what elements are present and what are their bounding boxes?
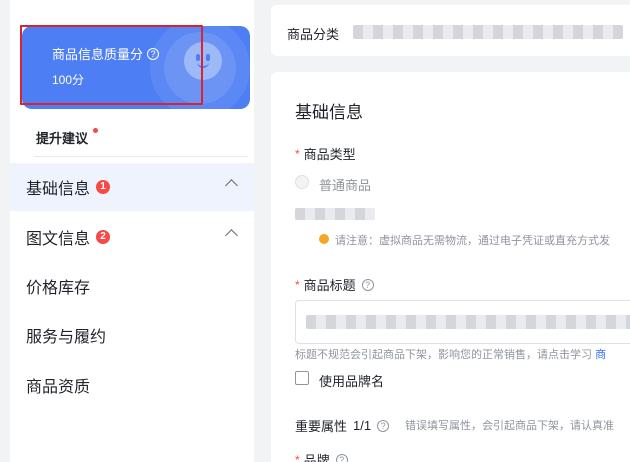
field-label-text: 商品类型 bbox=[303, 147, 356, 162]
product-title-label: * 商品标题 ? bbox=[295, 275, 374, 294]
sidebar-item-label: 基础信息 bbox=[26, 181, 91, 198]
sidebar-item-label: 服务与履约 bbox=[26, 329, 107, 346]
sidebar-item-service-fulfillment[interactable]: 服务与履约 bbox=[10, 311, 254, 359]
improve-suggestion-link[interactable]: 提升建议 bbox=[36, 128, 88, 147]
sidebar-item-label: 价格库存 bbox=[26, 280, 91, 297]
title-help-text: 标题不规范会引起商品下架，影响您的正常销售，请点击学习 商 bbox=[295, 346, 606, 362]
divider bbox=[34, 156, 248, 157]
category-value-redacted[interactable] bbox=[353, 25, 623, 39]
warning-icon bbox=[319, 234, 329, 244]
sidebar-item-product-qualification[interactable]: 商品资质 bbox=[10, 361, 254, 409]
help-icon[interactable]: ? bbox=[361, 278, 374, 291]
help-icon[interactable]: ? bbox=[335, 453, 348, 462]
help-icon[interactable]: ? bbox=[377, 419, 390, 432]
product-type-tip: 请注意：虚拟商品无需物流，通过电子凭证或直充方式发 bbox=[335, 235, 610, 247]
sidebar-item-basic-info[interactable]: 基础信息 1 bbox=[10, 163, 254, 211]
brand-label: * 品牌 ? bbox=[295, 450, 348, 462]
required-mark: * bbox=[295, 452, 300, 462]
chevron-up-icon[interactable] bbox=[225, 229, 238, 242]
radio-normal-product[interactable] bbox=[295, 175, 309, 189]
use-brand-checkbox[interactable] bbox=[295, 371, 309, 385]
category-label: 商品分类 bbox=[287, 27, 340, 42]
field-label-text: 品牌 bbox=[303, 453, 330, 462]
important-attributes-title: 重要属性 1/1 ? bbox=[295, 416, 390, 435]
radio-virtual-product-redacted[interactable] bbox=[295, 208, 375, 220]
sidebar-item-image-text-info[interactable]: 图文信息 2 bbox=[10, 213, 254, 261]
checkbox-label: 使用品牌名 bbox=[319, 374, 385, 389]
required-mark: * bbox=[295, 146, 300, 161]
sidebar-item-label: 商品资质 bbox=[26, 379, 91, 396]
title-value-redacted bbox=[306, 315, 630, 329]
radio-label: 普通商品 bbox=[319, 178, 372, 193]
help-text: 标题不规范会引起商品下架，影响您的正常销售，请点击学习 bbox=[295, 349, 592, 361]
attr-title-text: 重要属性 bbox=[295, 419, 348, 434]
highlight-box bbox=[20, 25, 203, 105]
attr-count: 1/1 bbox=[353, 418, 372, 433]
chevron-up-icon[interactable] bbox=[225, 179, 238, 192]
basic-info-form: 基础信息 * 商品类型 普通商品 请注意：虚拟商品无需物流，通过电子凭证或直充方… bbox=[271, 72, 630, 462]
sidebar-item-price-stock[interactable]: 价格库存 bbox=[10, 262, 254, 310]
required-mark: * bbox=[295, 277, 300, 292]
category-bar: 商品分类 bbox=[271, 5, 630, 56]
learn-link[interactable]: 商 bbox=[595, 349, 606, 361]
product-title-input[interactable] bbox=[295, 300, 630, 344]
sidebar-item-label: 图文信息 bbox=[26, 231, 91, 248]
attributes-tip: 错误填写属性，会引起商品下架，请认真准 bbox=[405, 420, 614, 432]
product-type-label: * 商品类型 bbox=[295, 144, 356, 163]
notification-dot bbox=[93, 128, 98, 133]
error-count-badge: 2 bbox=[96, 230, 111, 244]
section-title: 基础信息 bbox=[295, 103, 363, 122]
error-count-badge: 1 bbox=[96, 180, 111, 194]
field-label-text: 商品标题 bbox=[303, 278, 356, 293]
